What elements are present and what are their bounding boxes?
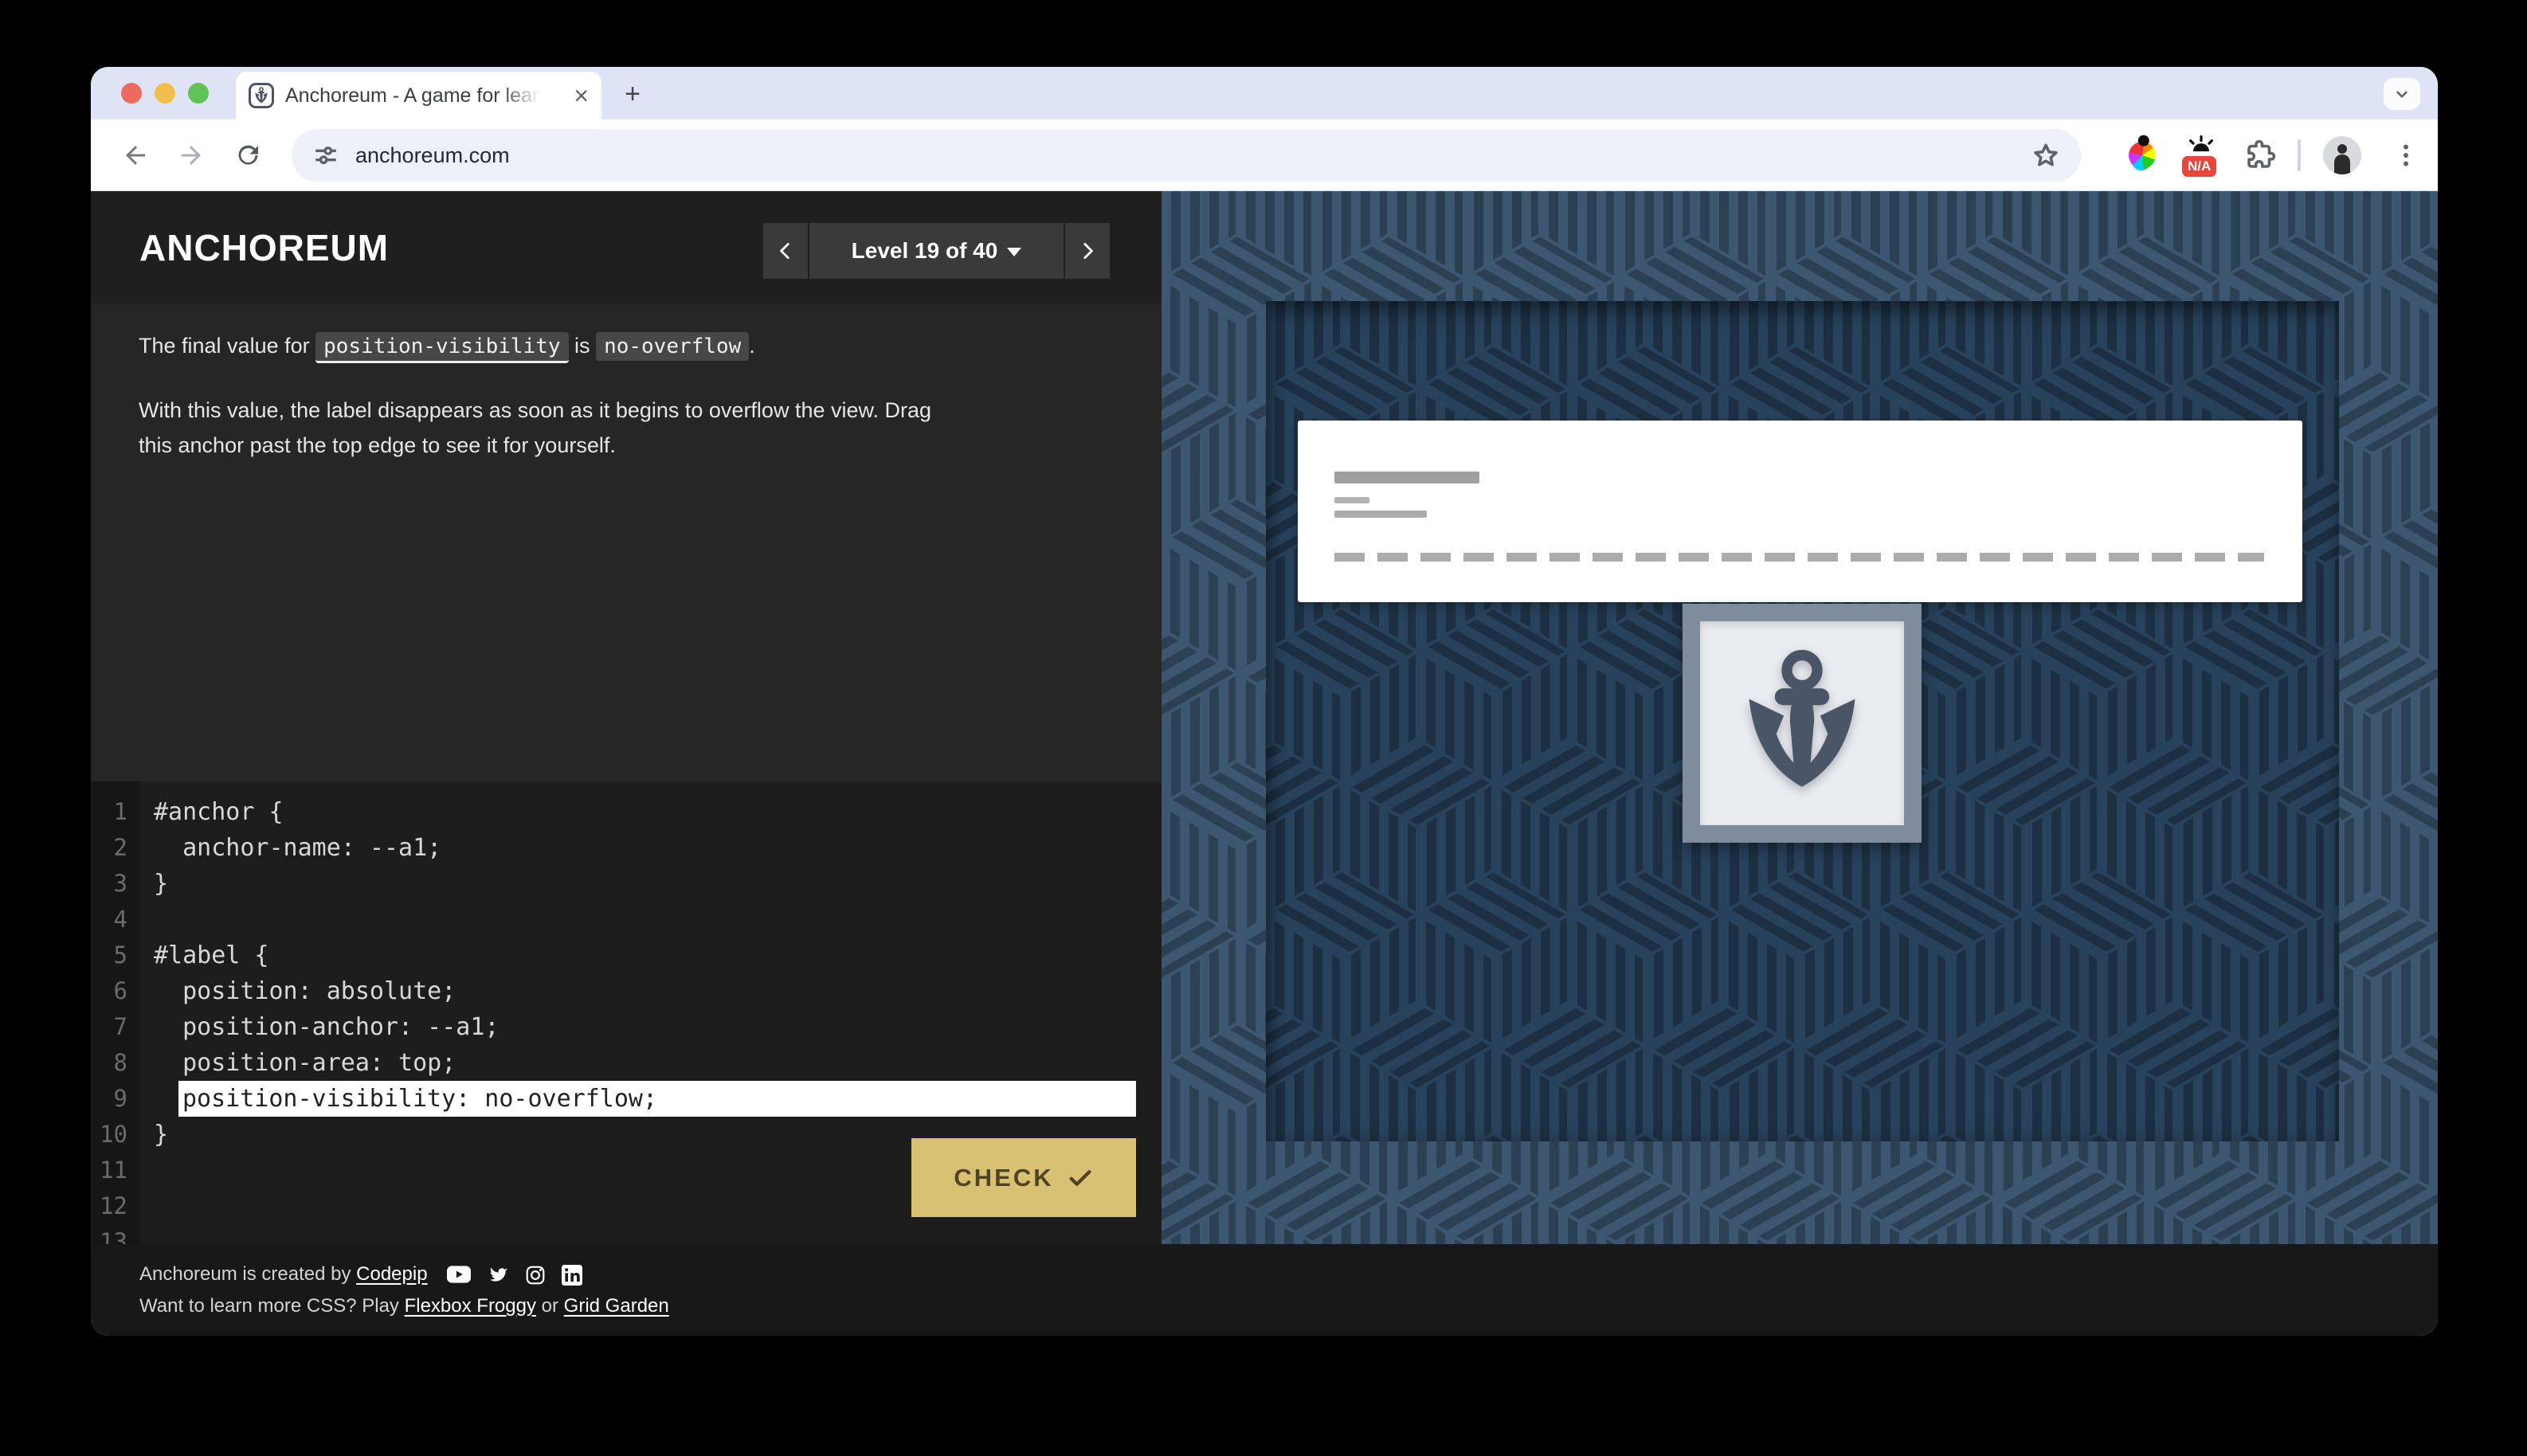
code-line-5: 5 #label { [91, 937, 1162, 973]
extension-na-icon[interactable]: N/A [2185, 135, 2222, 177]
css-answer-input[interactable] [178, 1081, 1136, 1117]
app-header: ANCHOREUM Level 19 of 40 [91, 191, 1162, 304]
value-chip: no-overflow [596, 332, 749, 361]
url-text[interactable]: anchoreum.com [355, 143, 510, 168]
profile-avatar[interactable] [2323, 136, 2361, 174]
instruction-paragraph-1: The final value for position-visibility … [139, 328, 1114, 364]
level-label: Level 19 of 40 [852, 238, 998, 264]
linkedin-icon[interactable] [562, 1265, 582, 1286]
toolbar-divider [2298, 139, 2301, 171]
line-number: 11 [91, 1153, 127, 1188]
line-number: 1 [91, 794, 127, 830]
code-line-13: 13 [91, 1224, 1162, 1244]
codepip-link[interactable]: Codepip [356, 1263, 427, 1285]
forward-icon[interactable] [177, 141, 206, 170]
skeleton-title-bar [1334, 472, 1479, 483]
browser-window: Anchoreum - A game for learning × + anch… [91, 67, 2438, 1336]
code-text: position-anchor: --a1; [154, 1009, 499, 1045]
line-number: 9 [91, 1081, 127, 1117]
browser-menu-icon[interactable] [2392, 139, 2420, 171]
code-line-1: 1 #anchor { [91, 794, 1162, 830]
level-selector: Level 19 of 40 [763, 223, 1110, 279]
footer-credit-line: Anchoreum is created by Codepip [139, 1258, 2438, 1290]
tab-title: Anchoreum - A game for learning [285, 84, 540, 108]
code-text: anchor-name: --a1; [154, 830, 441, 866]
label-element [1298, 421, 2302, 602]
previous-level-button[interactable] [763, 223, 808, 279]
instagram-icon[interactable] [525, 1265, 546, 1286]
code-text: } [154, 1117, 168, 1153]
browser-tab[interactable]: Anchoreum - A game for learning × [236, 72, 601, 119]
grid-garden-link[interactable]: Grid Garden [564, 1295, 669, 1317]
bookmark-star-icon[interactable] [2031, 141, 2060, 170]
skeleton-line-short [1334, 497, 1369, 503]
instruction-paragraph-2: With this value, the label disappears as… [139, 393, 1114, 463]
line-number: 13 [91, 1224, 127, 1244]
line-number: 4 [91, 902, 127, 937]
flexbox-froggy-link[interactable]: Flexbox Froggy [405, 1295, 536, 1317]
code-line-9: 9 [91, 1081, 1162, 1117]
line-number: 5 [91, 937, 127, 973]
line-number: 10 [91, 1117, 127, 1153]
youtube-icon[interactable] [447, 1265, 471, 1284]
code-line-4: 4 [91, 902, 1162, 937]
line-number: 12 [91, 1188, 127, 1224]
caret-down-icon [1007, 248, 1021, 256]
tab-strip: Anchoreum - A game for learning × + [91, 67, 2438, 119]
anchor-element[interactable] [1683, 604, 1922, 843]
next-level-button[interactable] [1065, 223, 1110, 279]
site-settings-icon[interactable] [312, 142, 339, 169]
reload-icon[interactable] [234, 141, 263, 170]
code-line-7: 7 position-anchor: --a1; [91, 1009, 1162, 1045]
back-icon[interactable] [121, 141, 150, 170]
macos-zoom-button[interactable] [188, 83, 209, 104]
code-line-6: 6 position: absolute; [91, 973, 1162, 1009]
browser-toolbar: anchoreum.com N/A [91, 119, 2438, 191]
address-bar[interactable]: anchoreum.com [292, 129, 2081, 182]
tab-search-chevron-icon[interactable] [2384, 78, 2420, 110]
line-number: 7 [91, 1009, 127, 1045]
check-icon [1067, 1164, 1094, 1192]
anchor-favicon-icon [249, 83, 274, 108]
macos-minimize-button[interactable] [155, 83, 175, 104]
na-badge: N/A [2182, 156, 2216, 177]
tab-close-icon[interactable]: × [574, 83, 589, 108]
code-text: position-area: top; [154, 1045, 456, 1081]
footer-learn-line: Want to learn more CSS? Play Flexbox Fro… [139, 1290, 2438, 1322]
anchor-icon [1726, 644, 1878, 803]
anchoreum-logo: ANCHOREUM [139, 191, 389, 304]
check-button[interactable]: CHECK [911, 1138, 1136, 1217]
code-text: #label { [154, 937, 269, 973]
line-number: 8 [91, 1045, 127, 1081]
css-answer-input-field[interactable] [178, 1085, 1136, 1113]
line-number: 2 [91, 830, 127, 866]
code-text: } [154, 866, 168, 902]
level-dropdown[interactable]: Level 19 of 40 [809, 223, 1064, 279]
app-footer: Anchoreum is created by Codepip Want to … [91, 1244, 2438, 1336]
instructions: The final value for position-visibility … [91, 304, 1162, 781]
left-panel: ANCHOREUM Level 19 of 40 The fi [91, 191, 1162, 1244]
skeleton-line-medium [1334, 511, 1427, 518]
extension-colorzilla-icon[interactable] [2123, 136, 2161, 174]
code-editor: 1#anchor {2 anchor-name: --a1;3}45#label… [91, 781, 1162, 1244]
code-text: position: absolute; [154, 973, 456, 1009]
line-number: 3 [91, 866, 127, 902]
line-number: 6 [91, 973, 127, 1009]
extensions-puzzle-icon[interactable] [2247, 140, 2275, 169]
anchor-inner [1700, 621, 1904, 825]
property-chip[interactable]: position-visibility [315, 332, 568, 363]
macos-close-button[interactable] [121, 83, 142, 104]
code-line-3: 3} [91, 866, 1162, 902]
game-panel [1162, 191, 2438, 1244]
code-text: #anchor { [154, 794, 284, 830]
code-line-2: 2 anchor-name: --a1; [91, 830, 1162, 866]
twitter-icon[interactable] [487, 1265, 509, 1284]
skeleton-dashed-line [1334, 553, 2264, 562]
new-tab-button[interactable]: + [618, 80, 647, 108]
code-line-8: 8 position-area: top; [91, 1045, 1162, 1081]
